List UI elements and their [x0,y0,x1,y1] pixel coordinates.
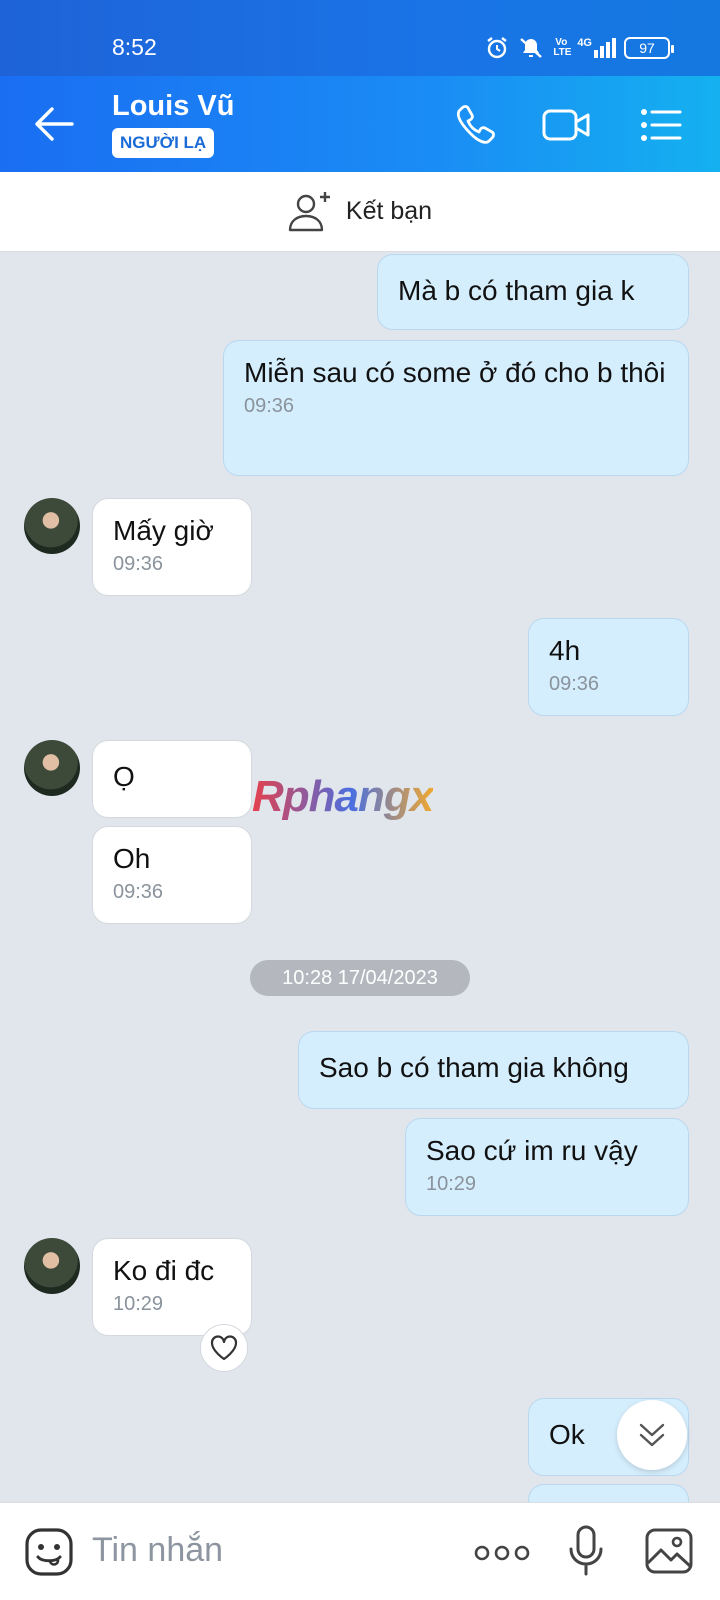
stranger-badge: NGƯỜI LẠ [112,128,215,158]
microphone-icon[interactable] [568,1525,604,1577]
message-text: Mà b có tham gia k [398,275,635,306]
message-time: 10:29 [113,1293,164,1315]
heart-icon [210,1335,238,1361]
message-bubble-incoming[interactable]: Ko đi đc 10:29 [92,1238,252,1336]
message-text: Ok [549,1419,585,1450]
message-text: Sao cứ im ru vậy [426,1135,638,1166]
add-person-icon [288,191,330,231]
contact-avatar[interactable] [24,740,80,796]
mute-icon [520,38,543,58]
video-call-icon[interactable] [542,102,592,148]
battery-level: 97 [639,40,655,56]
watermark-logo: Rphangx [252,772,434,821]
message-input-bar: Tin nhắn [0,1502,720,1600]
message-time: 09:36 [113,553,164,575]
message-input[interactable]: Tin nhắn [92,1531,223,1570]
message-text: Mấy giờ [113,515,214,546]
alarm-icon [487,37,508,59]
chat-header: Louis Vũ NGƯỜI LẠ [0,76,720,172]
contact-avatar[interactable] [24,498,80,554]
message-time: 09:36 [549,673,600,695]
phone-call-icon[interactable] [452,102,498,148]
message-bubble-incoming[interactable]: Ọ [92,740,252,818]
more-options-icon[interactable] [474,1543,530,1563]
scroll-to-bottom-button[interactable] [617,1400,687,1470]
message-text: Miễn sau có some ở đó cho b thôi [244,357,666,388]
message-time: 09:36 [113,881,164,903]
status-icons: Vo LTE 4G 97 [485,36,674,60]
react-heart-button[interactable] [200,1324,248,1372]
status-bar: 8:52 Vo LTE 4G 97 [0,0,720,76]
sticker-emoji-icon[interactable] [24,1527,74,1577]
message-bubble-outgoing[interactable]: 4h 09:36 [528,618,689,716]
message-bubble-outgoing[interactable]: Mà b có tham gia k [377,254,689,330]
battery-indicator: 97 [624,37,674,59]
status-time: 8:52 [112,34,157,60]
back-arrow-icon[interactable] [34,106,74,142]
message-bubble-outgoing[interactable]: Miễn sau có some ở đó cho b thôi 09:36 [223,340,689,476]
message-time: 09:36 [244,395,295,417]
network-type: 4G [577,37,592,49]
message-bubble-incoming[interactable]: Mấy giờ 09:36 [92,498,252,596]
add-friend-label: Kết bạn [345,197,433,225]
message-text: Ko đi đc [113,1255,215,1286]
message-text: 4h [549,635,581,666]
message-text: Sao b có tham gia không [319,1052,629,1083]
message-bubble-outgoing[interactable]: Sao cứ im ru vậy 10:29 [405,1118,689,1216]
image-gallery-icon[interactable] [644,1527,694,1575]
add-friend-button[interactable]: Kết bạn [0,172,720,252]
menu-list-icon[interactable] [638,102,684,148]
message-text: Oh [113,843,151,874]
signal-icon: 4G [577,38,616,58]
contact-avatar[interactable] [24,1238,80,1294]
contact-name[interactable]: Louis Vũ [112,90,234,123]
message-text: Ọ [113,761,135,792]
volte-label: Vo LTE [553,37,572,58]
date-divider: 10:28 17/04/2023 [250,960,470,996]
double-chevron-down-icon [639,1423,665,1447]
message-time: 10:29 [426,1173,477,1195]
message-bubble-outgoing[interactable]: Sao b có tham gia không [298,1031,689,1109]
message-bubble-incoming[interactable]: Oh 09:36 [92,826,252,924]
